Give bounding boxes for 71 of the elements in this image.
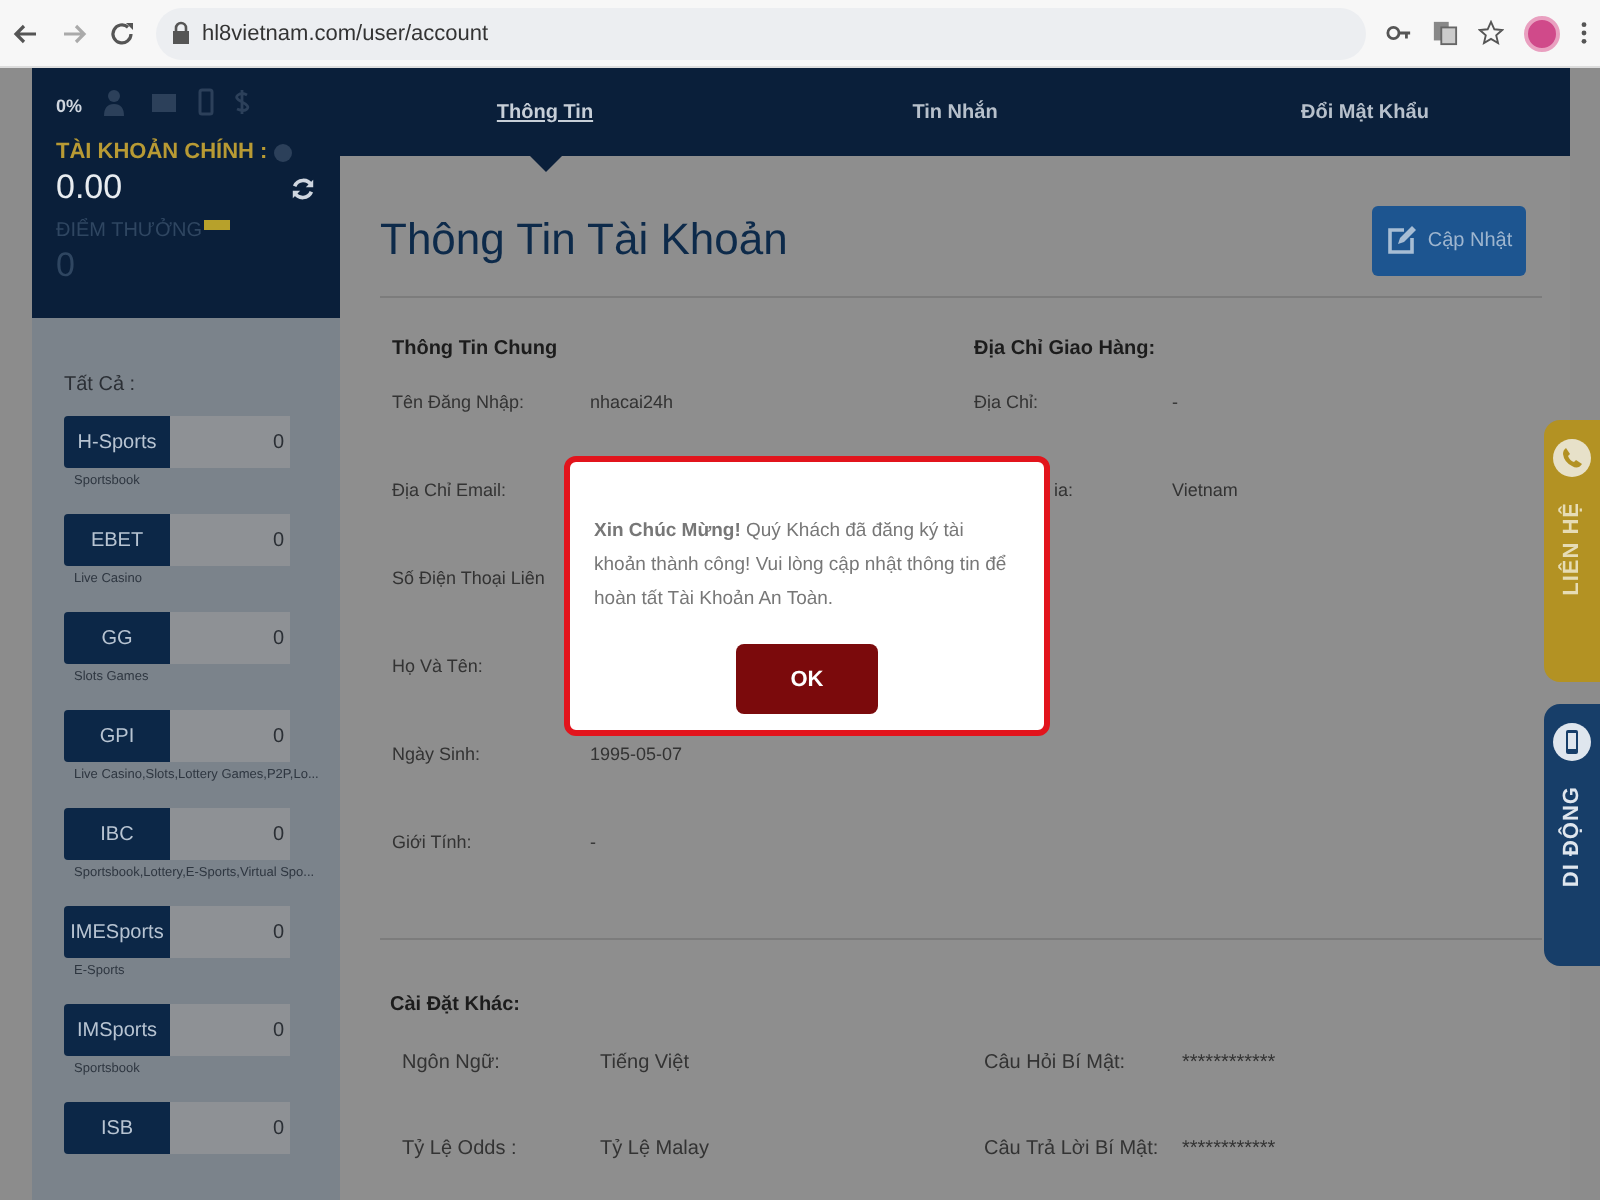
tab[interactable]: Đổi Mật Khẩu [1160, 68, 1570, 156]
phone-icon [1552, 438, 1592, 478]
section-heading: Cài Đặt Khác: [390, 994, 521, 1016]
update-button[interactable]: Cập Nhật [1372, 205, 1526, 275]
product-balance: 0 [170, 1004, 290, 1056]
list-heading: Tất Cả : [64, 374, 138, 396]
product-balance: 0 [170, 612, 290, 664]
field-value: nhacai24h [590, 392, 674, 412]
mobile-phone-icon [1552, 722, 1592, 762]
refresh-icon[interactable] [290, 175, 316, 201]
key-icon[interactable] [1386, 20, 1412, 46]
envelope-icon [150, 88, 179, 116]
field-value: 1995-05-07 [590, 744, 683, 764]
field-value: Tỷ Lệ Malay [600, 1136, 711, 1164]
product-button[interactable]: IMESports [64, 906, 170, 958]
balance-amount: 0.00 [56, 168, 123, 208]
product-button[interactable]: EBET [64, 514, 170, 566]
field-value: Vietnam [1172, 480, 1238, 500]
field-label: Địa Chỉ: [974, 392, 1041, 412]
field-label: Câu Trả Lời Bí Mật: [984, 1136, 1161, 1164]
field-label: Tỷ Lệ Odds : [400, 1136, 519, 1164]
back-icon[interactable] [12, 19, 40, 47]
product-balance: 0 [170, 906, 290, 958]
field-label: Ngày Sinh: [392, 744, 483, 764]
dollar-icon [234, 88, 251, 116]
field-label: ia: [1052, 480, 1076, 500]
edit-icon [1385, 224, 1418, 256]
section-heading: Địa Chỉ Giao Hàng: [974, 338, 1158, 364]
field-value: ************ [1182, 1050, 1278, 1078]
side-tab-label: LIÊN HỆ [1560, 502, 1584, 596]
dialog-message: Xin Chúc Mừng! Quý Khách đã đăng ký tài khoản thành công! Vui lòng cập nhật thông tin để hoàn tất Tài Khoản An Toàn. [594, 518, 1009, 614]
product-button[interactable]: ISB [64, 1102, 170, 1154]
section-heading: Thông Tin Chung [392, 338, 560, 364]
product-button[interactable]: IMSports [64, 1004, 170, 1056]
address-bar[interactable]: hl8vietnam.com/user/account [156, 7, 1366, 59]
field-label: Câu Hỏi Bí Mật: [984, 1050, 1128, 1078]
reload-icon[interactable] [108, 19, 136, 47]
side-tab-label: DI ĐỘNG [1560, 786, 1584, 888]
field-label: Số Điện Thoại Liên [392, 568, 547, 588]
field-label: Họ Và Tên: [392, 656, 485, 676]
product-button[interactable]: GG [64, 612, 170, 664]
mobile-phone-icon [198, 88, 215, 116]
page-title: Thông Tin Tài Khoản [380, 214, 788, 266]
profile-avatar[interactable] [1524, 15, 1560, 51]
field-value: Tiếng Việt [600, 1050, 691, 1078]
field-value: - [590, 832, 596, 852]
product-balance: 0 [170, 514, 290, 566]
menu-icon[interactable] [1580, 20, 1588, 46]
ok-button[interactable]: OK [736, 644, 878, 714]
product-button[interactable]: H-Sports [64, 416, 170, 468]
field-value: ************ [1182, 1136, 1278, 1164]
balance-label: TÀI KHOẢN CHÍNH : [56, 140, 268, 164]
product-balance: 0 [170, 808, 290, 860]
side-tab[interactable]: DI ĐỘNG [1544, 704, 1600, 966]
product-button[interactable]: GPI [64, 710, 170, 762]
tab[interactable]: Tin Nhắn [750, 68, 1160, 156]
product-balance: 0 [170, 710, 290, 762]
star-icon[interactable] [1478, 20, 1504, 46]
field-value: - [1172, 392, 1178, 412]
badge-icon [204, 220, 231, 230]
product-button[interactable]: IBC [64, 808, 170, 860]
url-text: hl8vietnam.com/user/account [202, 21, 489, 45]
product-balance: 0 [170, 1102, 290, 1154]
field-label: Giới Tính: [392, 832, 474, 852]
field-label: Địa Chỉ Email: [392, 480, 509, 500]
progress-text: 0% [56, 96, 83, 116]
field-label: Ngôn Ngữ: [400, 1050, 502, 1078]
product-balance: 0 [170, 416, 290, 468]
tab[interactable]: Thông Tin [340, 68, 750, 156]
field-label: Tên Đăng Nhập: [392, 392, 527, 412]
lock-icon [172, 20, 190, 46]
